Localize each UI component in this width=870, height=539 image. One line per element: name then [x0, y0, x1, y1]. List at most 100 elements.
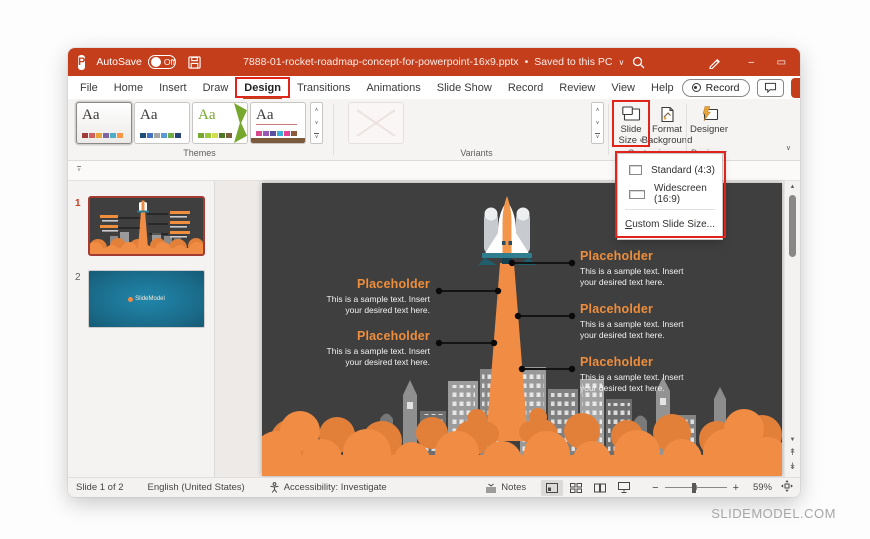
zoom-slider-thumb[interactable] — [692, 483, 696, 493]
minimize-button[interactable]: – — [736, 48, 766, 76]
close-button[interactable]: ✕ — [796, 48, 800, 76]
tab-help[interactable]: Help — [643, 76, 682, 99]
slide-size-icon — [622, 103, 641, 125]
tab-transitions[interactable]: Transitions — [289, 76, 358, 99]
gallery-more-icon[interactable]: ∨ — [592, 130, 603, 143]
vertical-scrollbar[interactable]: ▲ ▼ ↟ ↡ — [784, 181, 800, 477]
gallery-up-icon[interactable]: ∧ — [311, 103, 322, 116]
maximize-button[interactable]: ▭ — [766, 48, 796, 76]
titlebar: P AutoSave Off 7888-01-rocket-roadmap-co… — [68, 48, 800, 76]
gallery-down-icon[interactable]: ∨ — [311, 116, 322, 129]
theme-color-swatches — [82, 133, 123, 138]
menu-item-widescreen[interactable]: Widescreen (16:9) — [618, 182, 722, 206]
logo-dot-icon — [128, 297, 133, 302]
tab-animations[interactable]: Animations — [358, 76, 428, 99]
tab-review[interactable]: Review — [551, 76, 603, 99]
theme-2[interactable]: Aa — [134, 102, 190, 144]
group-separator — [333, 104, 334, 155]
autosave-label: AutoSave — [96, 56, 142, 68]
slide-2-thumbnail[interactable]: SlideModel — [88, 270, 205, 328]
placeholder-left-2[interactable]: Placeholder This is a sample text. Inser… — [300, 330, 430, 367]
gallery-down-icon[interactable]: ∨ — [592, 116, 603, 129]
normal-view-button[interactable] — [541, 480, 563, 496]
theme-color-swatches — [198, 133, 232, 138]
slide-1-number: 1 — [75, 198, 81, 209]
record-button[interactable]: Record — [682, 79, 750, 97]
tab-insert[interactable]: Insert — [151, 76, 195, 99]
toggle-knob-icon — [151, 57, 161, 67]
theme-accent-shape — [234, 103, 247, 143]
variant-current[interactable] — [348, 102, 404, 144]
save-icon[interactable] — [188, 56, 201, 69]
rocket-shuttle — [478, 196, 536, 265]
notes-button[interactable]: Notes — [485, 482, 526, 493]
zoom-controls: − + — [652, 483, 739, 493]
placeholder-left-1[interactable]: Placeholder This is a sample text. Inser… — [300, 278, 430, 315]
menu-item-custom-slide-size[interactable]: Custom Slide Size... — [618, 213, 722, 235]
collapse-panel-icon[interactable]: ∨ — [77, 166, 81, 173]
powerpoint-app-icon: P — [78, 55, 85, 70]
accessibility-status[interactable]: Accessibility: Investigate — [269, 482, 387, 493]
slide-1-thumbnail-art — [90, 198, 203, 254]
ribbon-design: Aa Aa Aa Aa ∧ ∨ ∨ Themes — [68, 99, 800, 161]
placeholder-right-2[interactable]: Placeholder This is a sample text. Inser… — [580, 303, 716, 340]
status-bar: Slide 1 of 2 English (United States) Acc… — [68, 477, 800, 497]
tab-record[interactable]: Record — [500, 76, 551, 99]
theme-4[interactable]: Aa — [250, 102, 306, 144]
comments-button[interactable] — [757, 79, 784, 97]
zoom-out-button[interactable]: − — [652, 483, 658, 493]
themes-gallery: Aa Aa Aa Aa — [76, 102, 306, 144]
ribbon-tab-row: File Home Insert Draw Design Transitions… — [68, 76, 800, 99]
zoom-slider[interactable] — [665, 487, 727, 488]
scrollbar-thumb[interactable] — [789, 195, 796, 257]
designer-icon — [700, 103, 719, 125]
variants-gallery-arrows: ∧ ∨ ∨ — [591, 102, 604, 144]
theme-accent-rule — [256, 124, 297, 125]
share-button[interactable]: Share ∨ — [791, 78, 801, 98]
placeholder-right-3[interactable]: Placeholder This is a sample text. Inser… — [580, 356, 716, 393]
autosave-state: Off — [164, 57, 175, 67]
theme-office[interactable]: Aa — [76, 102, 132, 144]
reading-view-button[interactable] — [589, 480, 611, 496]
scroll-down-icon[interactable]: ▼ — [785, 437, 800, 443]
placeholder-right-1[interactable]: Placeholder This is a sample text. Inser… — [580, 250, 716, 287]
zoom-in-button[interactable]: + — [733, 483, 739, 493]
scroll-up-icon[interactable]: ▲ — [785, 184, 800, 190]
watermark: SLIDEMODEL.COM — [711, 506, 836, 521]
slide-counter: Slide 1 of 2 — [76, 482, 124, 493]
fit-slide-to-window-button[interactable] — [781, 480, 793, 495]
search-icon[interactable] — [624, 48, 652, 76]
titlebar-controls: – ▭ ✕ — [624, 48, 800, 76]
tab-design[interactable]: Design — [236, 76, 289, 99]
slide-sorter-view-button[interactable] — [565, 480, 587, 496]
tab-draw[interactable]: Draw — [195, 76, 237, 99]
document-title[interactable]: 7888-01-rocket-roadmap-concept-for-power… — [243, 56, 624, 68]
slide-show-view-button[interactable] — [613, 480, 635, 496]
pen-icon[interactable] — [700, 48, 728, 76]
autosave-toggle[interactable]: Off — [148, 55, 176, 69]
standard-ratio-icon — [629, 165, 642, 175]
rocket-trail — [486, 263, 528, 441]
tab-home[interactable]: Home — [106, 76, 151, 99]
theme-3[interactable]: Aa — [192, 102, 248, 144]
statusbar-right: Notes — [485, 480, 800, 496]
previous-slide-icon[interactable]: ↟ — [785, 447, 800, 458]
theme-color-swatches — [140, 133, 181, 138]
gallery-more-icon[interactable]: ∨ — [311, 130, 322, 143]
theme-color-swatches — [256, 131, 297, 136]
widescreen-ratio-icon — [629, 190, 645, 199]
view-switcher — [541, 480, 635, 496]
menu-separator — [625, 209, 715, 210]
language-status[interactable]: English (United States) — [148, 482, 245, 493]
format-background-icon — [659, 103, 675, 125]
collapse-ribbon-icon[interactable]: ∨ — [786, 144, 791, 152]
menu-item-standard[interactable]: Standard (4:3) — [618, 158, 722, 182]
tab-slide-show[interactable]: Slide Show — [429, 76, 500, 99]
slide-1-thumbnail[interactable] — [88, 196, 205, 256]
powerpoint-window: P AutoSave Off 7888-01-rocket-roadmap-co… — [68, 48, 800, 497]
tab-view[interactable]: View — [603, 76, 643, 99]
next-slide-icon[interactable]: ↡ — [785, 461, 800, 472]
gallery-up-icon[interactable]: ∧ — [592, 103, 603, 116]
zoom-percentage[interactable]: 59% — [748, 482, 772, 493]
tab-file[interactable]: File — [72, 76, 106, 99]
